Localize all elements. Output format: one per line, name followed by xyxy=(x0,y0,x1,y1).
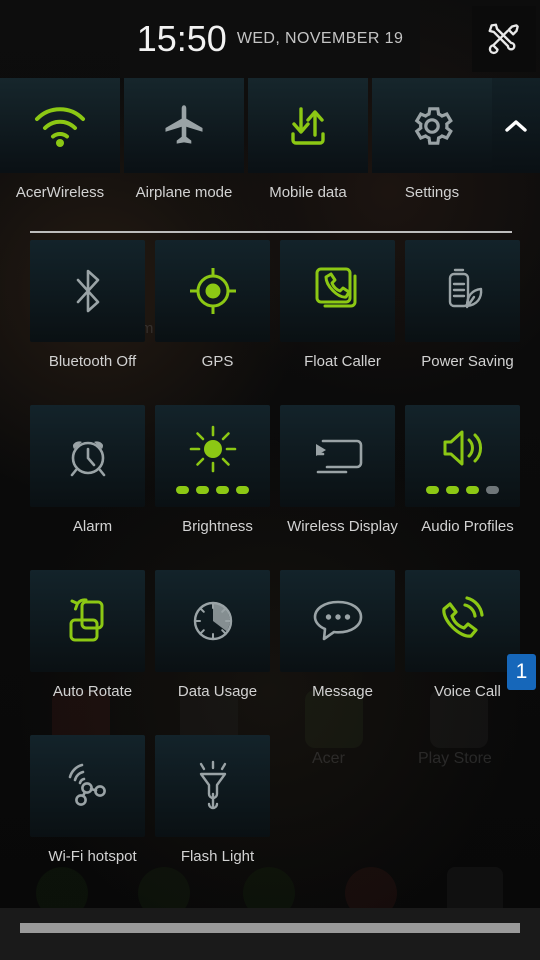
tile-brightness[interactable]: Brightness xyxy=(155,405,280,536)
flashlight-icon xyxy=(199,760,226,810)
tile-surface xyxy=(280,240,395,342)
tile-label-alarm: Alarm xyxy=(72,518,113,535)
quick-settings-grid: Bluetooth Off GPS Float Caller Power Sav… xyxy=(0,240,540,900)
tile-label-audio-profiles: Audio Profiles xyxy=(421,518,514,535)
gear-icon xyxy=(414,106,453,145)
tile-row: Alarm Brightness Wireless Display Audio … xyxy=(0,405,540,570)
tile-wireless-display[interactable]: Wireless Display xyxy=(280,405,405,536)
status-bar: 15:50 WED, NOVEMBER 19 xyxy=(0,0,540,78)
tile-label-wifi-hotspot: Wi-Fi hotspot xyxy=(48,848,137,865)
tile-audio-profiles[interactable]: Audio Profiles xyxy=(405,405,530,536)
tile-label-power-saving: Power Saving xyxy=(421,353,514,370)
tile-wifi-hotspot[interactable]: Wi-Fi hotspot xyxy=(30,735,155,866)
tile-surface xyxy=(280,570,395,672)
clock-time: 15:50 xyxy=(136,18,227,59)
tile-surface xyxy=(155,240,270,342)
level-dot xyxy=(236,486,249,494)
tile-surface xyxy=(30,405,145,507)
tile-label-float-caller: Float Caller xyxy=(304,353,381,370)
wifi-icon xyxy=(35,106,85,147)
level-dot xyxy=(446,486,459,494)
tile-surface xyxy=(155,405,270,507)
tile-row: Bluetooth Off GPS Float Caller Power Sav… xyxy=(0,240,540,405)
tile-label-wireless-display: Wireless Display xyxy=(287,518,398,535)
audio-level-dots xyxy=(405,486,520,494)
float-caller-icon xyxy=(315,267,356,308)
tile-surface xyxy=(405,240,520,342)
level-dot xyxy=(426,486,439,494)
tile-float-caller[interactable]: Float Caller xyxy=(280,240,405,371)
tile-surface xyxy=(30,735,145,837)
tile-label-acerwireless: AcerWireless xyxy=(15,184,105,201)
tile-row: Auto Rotate Data Usage Message 1 Voice C… xyxy=(0,570,540,735)
airplane-icon xyxy=(165,104,203,144)
tile-label-gps: GPS xyxy=(201,353,234,370)
voice-call-icon xyxy=(441,596,484,638)
level-dot xyxy=(486,486,499,494)
tile-flash-light[interactable]: Flash Light xyxy=(155,735,280,866)
level-dot xyxy=(466,486,479,494)
tile-voice-call[interactable]: 1 Voice Call xyxy=(405,570,536,701)
wireless-display-icon xyxy=(315,439,362,474)
badge-count: 1 xyxy=(515,660,528,683)
speaker-icon xyxy=(443,430,482,466)
brightness-level-dots xyxy=(155,486,270,494)
tile-power-saving[interactable]: Power Saving xyxy=(405,240,530,371)
bluetooth-icon xyxy=(76,269,99,313)
tile-label-airplane-mode: Airplane mode xyxy=(135,184,233,201)
tile-label-mobile-data: Mobile data xyxy=(269,184,347,201)
tile-surface xyxy=(30,240,145,342)
message-bubble-icon xyxy=(313,600,362,641)
tile-auto-rotate[interactable]: Auto Rotate xyxy=(30,570,155,701)
status-badge-voice-call: 1 xyxy=(507,654,536,690)
gps-crosshair-icon xyxy=(189,268,236,314)
tile-surface xyxy=(30,570,145,672)
clock-block: 15:50 WED, NOVEMBER 19 xyxy=(120,0,420,78)
drag-handle-grip[interactable] xyxy=(20,923,520,933)
tile-label-settings: Settings xyxy=(404,184,460,201)
mobile-data-icon xyxy=(291,106,325,145)
tile-label-flash-light: Flash Light xyxy=(180,848,255,865)
tile-label-auto-rotate: Auto Rotate xyxy=(52,683,133,700)
clock-date: WED, NOVEMBER 19 xyxy=(236,30,404,47)
collapse-panel-button[interactable] xyxy=(492,78,540,173)
level-dot xyxy=(196,486,209,494)
tile-data-usage[interactable]: Data Usage xyxy=(155,570,280,701)
tile-surface xyxy=(155,570,270,672)
quick-settings-top-row: AcerWireless Airplane mode Mobile data S… xyxy=(0,78,540,230)
tile-surface xyxy=(155,735,270,837)
tile-label-bluetooth: Bluetooth Off xyxy=(48,353,137,370)
tile-label-message: Message xyxy=(312,683,373,700)
auto-rotate-icon xyxy=(69,598,103,642)
tile-gps[interactable]: GPS xyxy=(155,240,280,371)
tile-label-brightness: Brightness xyxy=(182,518,253,535)
tile-mobile-data[interactable] xyxy=(248,78,368,173)
tile-label-data-usage: Data Usage xyxy=(177,683,258,700)
tile-surface xyxy=(280,405,395,507)
sun-icon xyxy=(189,425,236,473)
tools-button[interactable] xyxy=(472,6,536,72)
panel-divider xyxy=(30,231,512,233)
tile-row: Wi-Fi hotspot Flash Light xyxy=(0,735,540,900)
tools-wrench-screwdriver-icon xyxy=(488,23,519,55)
tile-acerwireless[interactable] xyxy=(0,78,120,173)
tile-surface: 1 xyxy=(405,570,536,690)
level-dot xyxy=(176,486,189,494)
level-dot xyxy=(216,486,229,494)
panel-drag-handle-bar[interactable] xyxy=(0,908,540,960)
tile-airplane-mode[interactable] xyxy=(124,78,244,173)
alarm-clock-icon xyxy=(70,441,105,477)
wifi-hotspot-icon xyxy=(68,763,106,806)
tile-settings[interactable] xyxy=(372,78,492,173)
tile-alarm[interactable]: Alarm xyxy=(30,405,155,536)
chevron-up-icon xyxy=(505,119,527,132)
tile-message[interactable]: Message xyxy=(280,570,405,701)
battery-leaf-icon xyxy=(448,268,482,309)
tile-surface xyxy=(405,405,520,507)
data-usage-pie-icon xyxy=(193,601,232,641)
tile-bluetooth[interactable]: Bluetooth Off xyxy=(30,240,155,371)
